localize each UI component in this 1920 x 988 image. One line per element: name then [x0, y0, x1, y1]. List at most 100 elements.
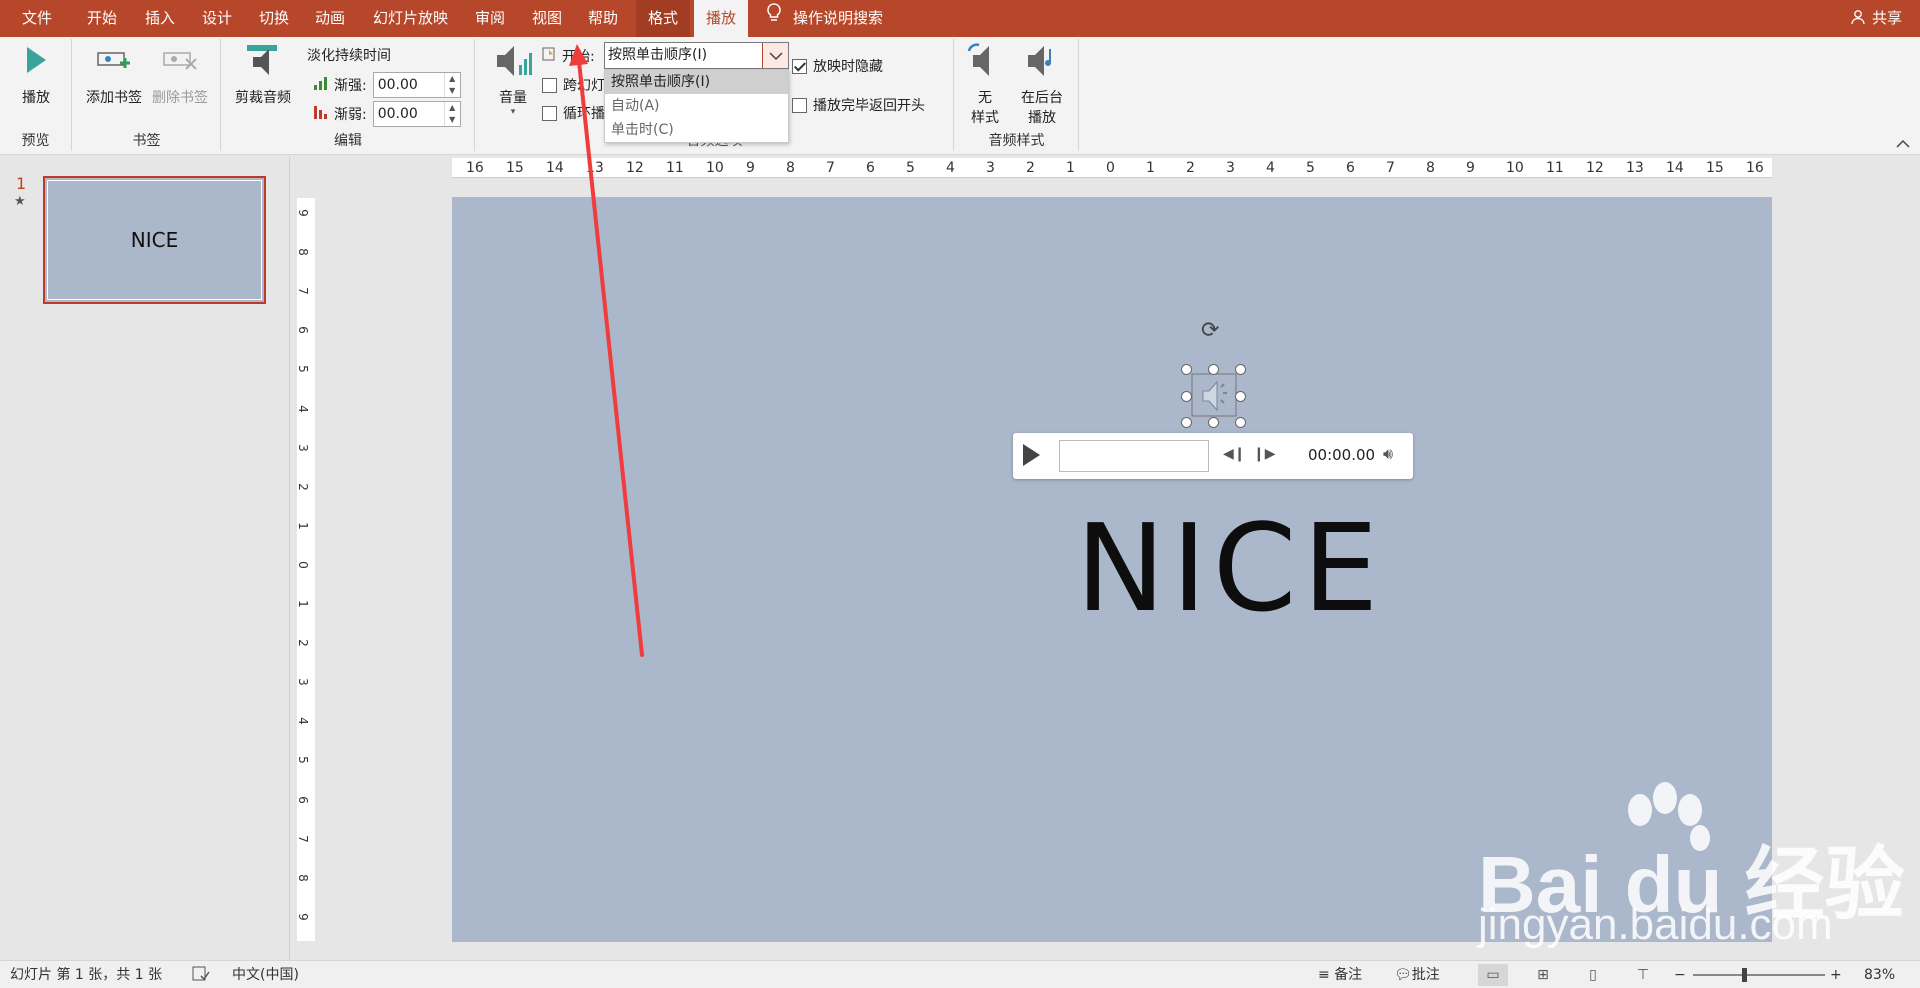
ruler-tick-label: 11 — [1546, 160, 1564, 176]
hide-during-show-checkbox[interactable] — [792, 58, 807, 74]
slide-thumbnail[interactable]: NICE — [43, 176, 266, 304]
ruler-tick-label: 5 — [1306, 160, 1315, 176]
dropdown-option-on-click-sequence[interactable]: 按照单击顺序(I) — [605, 70, 788, 94]
chevron-down-icon: ▾ — [510, 107, 516, 117]
slideshow-view-icon[interactable]: ⊤ — [1628, 964, 1658, 986]
ruler-tick-label: 9 — [1466, 160, 1475, 176]
rotate-handle-icon[interactable]: ⟳ — [1201, 318, 1219, 343]
player-time: 00:00.00 — [1308, 446, 1376, 464]
volume-button[interactable]: 音量 ▾ — [490, 43, 536, 117]
fade-out-spinner[interactable]: 00.00 ▲ ▼ — [372, 101, 461, 127]
ruler-tick-label: 0 — [295, 561, 310, 569]
normal-view-icon[interactable]: ▭ — [1478, 964, 1508, 986]
ruler-tick-label: 1 — [295, 522, 310, 530]
loop-option[interactable]: 循环播 — [542, 103, 605, 123]
menu-view[interactable]: 视图 — [520, 0, 574, 37]
remove-bookmark-icon — [149, 43, 211, 83]
start-select[interactable]: 按照单击顺序(I) — [604, 42, 789, 69]
notes-button[interactable]: ≡ 备注 — [1318, 961, 1362, 988]
slide-info: 幻灯片 第 1 张，共 1 张 — [10, 967, 163, 983]
player-play-icon[interactable] — [1023, 444, 1040, 466]
resize-handle[interactable] — [1235, 364, 1246, 375]
slide-title[interactable]: NICE — [452, 500, 1772, 639]
zoom-in-icon[interactable]: + — [1830, 961, 1842, 988]
start-row: 开始: — [542, 46, 595, 66]
menu-review[interactable]: 审阅 — [463, 0, 517, 37]
ruler-tick-label: 9 — [746, 160, 755, 176]
spinner-arrows-icon[interactable]: ▲ ▼ — [443, 73, 460, 97]
resize-handle[interactable] — [1208, 364, 1219, 375]
share-button[interactable]: 共享 — [1851, 0, 1902, 37]
slide-canvas[interactable]: ⟳ ◀❙ ❙▶ 00:00.00 🔊︎ NICE — [452, 197, 1772, 942]
menu-insert[interactable]: 插入 — [133, 0, 187, 37]
person-icon — [1851, 9, 1872, 27]
menu-transitions[interactable]: 切换 — [247, 0, 301, 37]
ruler-tick-label: 6 — [1346, 160, 1355, 176]
resize-handle[interactable] — [1235, 391, 1246, 402]
zoom-slider[interactable] — [1693, 974, 1825, 976]
fade-in-value: 00.00 — [377, 77, 418, 93]
menu-home[interactable]: 开始 — [75, 0, 129, 37]
rewind-option[interactable]: 播放完毕返回开头 — [792, 95, 925, 115]
vertical-ruler: 9 8 7 6 5 4 3 2 1 0 1 2 3 4 5 6 7 8 9 — [295, 198, 315, 941]
trim-audio-button[interactable]: 剪裁音频 — [232, 43, 294, 107]
fade-in-spinner[interactable]: 00.00 ▲ ▼ — [372, 72, 461, 98]
play-in-background-button[interactable]: 在后台 播放 — [1015, 43, 1069, 127]
ruler-tick-label: 4 — [946, 160, 955, 176]
zoom-out-icon[interactable]: − — [1674, 961, 1686, 988]
comments-button[interactable]: 💬︎批注 — [1394, 961, 1440, 988]
trim-audio-icon — [232, 43, 294, 83]
share-label: 共享 — [1871, 9, 1902, 27]
forward-icon[interactable]: ❙▶ — [1253, 446, 1276, 462]
collapse-ribbon-icon[interactable] — [1896, 137, 1910, 153]
speaker-icon[interactable]: 🔊︎ — [1383, 444, 1393, 464]
menu-help[interactable]: 帮助 — [576, 0, 630, 37]
zoom-level[interactable]: 83% — [1864, 961, 1895, 988]
hide-during-show-option[interactable]: 放映时隐藏 — [792, 56, 883, 76]
resize-handle[interactable] — [1181, 364, 1192, 375]
player-progress-track[interactable] — [1059, 440, 1209, 472]
menu-playback[interactable]: 播放 — [694, 0, 749, 37]
rewind-checkbox[interactable] — [792, 97, 807, 113]
ruler-tick-label: 6 — [295, 326, 310, 335]
spellcheck-icon[interactable] — [192, 961, 210, 988]
menu-animations[interactable]: 动画 — [303, 0, 357, 37]
rewind-icon[interactable]: ◀❙ — [1223, 446, 1246, 462]
help-search[interactable]: 操作说明搜索 — [763, 0, 883, 37]
slide-sorter-icon[interactable]: ⊞ — [1528, 964, 1558, 986]
menu-design[interactable]: 设计 — [190, 0, 244, 37]
resize-handle[interactable] — [1235, 417, 1246, 428]
menu-file[interactable]: 文件 — [10, 0, 64, 37]
add-bookmark-button[interactable]: 添加书签 — [83, 43, 145, 107]
audio-player: ◀❙ ❙▶ 00:00.00 🔊︎ — [1013, 433, 1413, 479]
chevron-down-icon[interactable] — [762, 43, 788, 68]
no-style-button[interactable]: 无 样式 — [965, 43, 1005, 127]
resize-handle[interactable] — [1181, 391, 1192, 402]
resize-handle[interactable] — [1208, 417, 1219, 428]
no-style-icon — [965, 43, 1005, 83]
ruler-tick-label: 16 — [466, 160, 484, 176]
ruler-tick-label: 13 — [1626, 160, 1644, 176]
language-indicator[interactable]: 中文(中国) — [232, 961, 299, 988]
loop-checkbox[interactable] — [542, 105, 557, 121]
menu-slideshow[interactable]: 幻灯片放映 — [361, 0, 460, 37]
ruler-tick-label: 2 — [295, 639, 310, 647]
reading-view-icon[interactable]: ▯ — [1578, 964, 1608, 986]
slide-number: 1 — [16, 174, 27, 193]
dropdown-option-when-clicked[interactable]: 单击时(C) — [605, 118, 788, 142]
cross-slides-checkbox[interactable] — [542, 77, 557, 93]
fade-out-row: 渐弱: 00.00 ▲ ▼ — [314, 101, 461, 127]
zoom-slider-thumb[interactable] — [1742, 968, 1747, 982]
play-button[interactable]: 播放 — [18, 43, 54, 107]
audio-object[interactable] — [1187, 369, 1241, 421]
ruler-tick-label: 10 — [706, 160, 724, 176]
spinner-arrows-icon[interactable]: ▲ ▼ — [443, 102, 460, 126]
menu-format[interactable]: 格式 — [636, 0, 691, 37]
ruler-tick-label: 2 — [1026, 160, 1035, 176]
ruler-tick-label: 15 — [1706, 160, 1724, 176]
remove-bookmark-button[interactable]: 删除书签 — [149, 43, 211, 107]
resize-handle[interactable] — [1181, 417, 1192, 428]
cross-slides-option[interactable]: 跨幻灯 — [542, 75, 605, 95]
help-search-label: 操作说明搜索 — [793, 9, 884, 27]
dropdown-option-automatic[interactable]: 自动(A) — [605, 94, 788, 118]
